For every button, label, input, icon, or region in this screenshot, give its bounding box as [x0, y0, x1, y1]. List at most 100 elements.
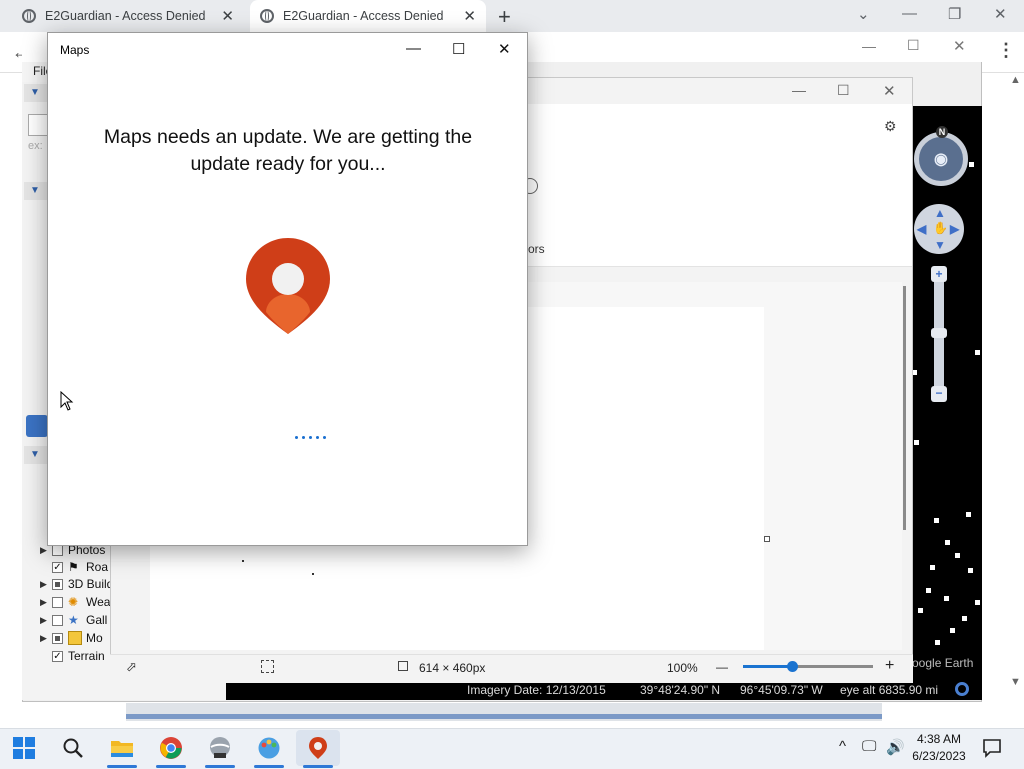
checkbox[interactable] — [52, 578, 63, 590]
browser-tab-active[interactable]: E2Guardian - Access Denied ✕ — [250, 0, 486, 32]
zoom-out-button[interactable]: — — [716, 660, 728, 674]
maps-logo-icon — [246, 238, 330, 334]
checkbox[interactable] — [52, 544, 63, 556]
viewer-close-button[interactable]: ✕ — [883, 82, 896, 100]
file-explorer-icon[interactable] — [110, 736, 134, 760]
eye-altitude: eye alt 6835.90 mi — [840, 683, 939, 697]
browser-minimize-button[interactable]: — — [902, 5, 917, 22]
scroll-down-icon[interactable]: ▼ — [1010, 676, 1021, 688]
right-arrow-icon: ▶ — [950, 222, 960, 236]
layer-gallery[interactable]: ▶ ★ Gall — [40, 612, 107, 628]
notifications-icon[interactable] — [982, 738, 1002, 758]
tab-search-icon[interactable]: ⌄ — [857, 5, 870, 23]
new-tab-button[interactable]: + — [498, 4, 511, 30]
clock-time[interactable]: 4:38 AM — [912, 732, 966, 746]
longitude: 96°45'09.73" W — [740, 683, 823, 697]
checkbox[interactable] — [52, 632, 63, 644]
show-hidden-icons[interactable]: ^ — [839, 738, 846, 755]
star-icon: ★ — [68, 613, 79, 627]
canvas-dot — [242, 560, 244, 562]
google-earth-watermark: oogle Earth — [912, 656, 974, 670]
volume-icon[interactable]: 🔊 — [886, 738, 905, 756]
star-dot — [914, 440, 919, 445]
maps-window-title: Maps — [60, 43, 90, 57]
star-dot — [945, 540, 950, 545]
ge-close-button[interactable]: ✕ — [953, 37, 966, 55]
image-dimensions: 614 × 460px — [419, 661, 486, 675]
eye-icon: ◉ — [934, 151, 948, 168]
search-icon[interactable] — [61, 736, 85, 760]
zoom-slider-thumb[interactable] — [787, 661, 798, 672]
search-button[interactable] — [26, 415, 48, 437]
maps-close-button[interactable]: ✕ — [498, 40, 511, 58]
checkbox[interactable]: ✓ — [52, 561, 63, 573]
close-tab-icon[interactable]: ✕ — [221, 7, 234, 25]
checkbox[interactable] — [52, 614, 63, 626]
maps-taskbar-icon[interactable] — [306, 736, 330, 760]
maps-maximize-button[interactable]: ☐ — [452, 40, 465, 58]
star-dot — [969, 162, 974, 167]
compass-north[interactable]: N — [936, 126, 948, 138]
down-arrow-icon: ▼ — [934, 238, 946, 252]
clock-date[interactable]: 6/23/2023 — [906, 749, 972, 763]
left-arrow-icon: ◀ — [917, 222, 927, 236]
zoom-thumb[interactable] — [931, 328, 947, 338]
ge-maximize-button[interactable]: ☐ — [907, 37, 920, 54]
browser-tab[interactable]: E2Guardian - Access Denied ✕ — [12, 0, 244, 32]
browser-menu-icon[interactable]: ⋮ — [997, 40, 1015, 61]
zoom-out-icon[interactable]: − — [931, 386, 947, 402]
star-dot — [975, 350, 980, 355]
layer-weather[interactable]: ▶ ✺ Wea — [40, 594, 110, 610]
layer-roads[interactable]: ✓ ⚑ Roa — [40, 559, 108, 575]
layer-terrain[interactable]: ✓ Terrain — [40, 648, 105, 664]
zoom-slider[interactable]: + − — [931, 266, 947, 402]
checkbox[interactable] — [52, 596, 63, 608]
star-dot — [944, 596, 949, 601]
close-tab-icon[interactable]: ✕ — [463, 7, 476, 25]
browser-close-button[interactable]: ✕ — [994, 5, 1007, 23]
globe-icon — [260, 9, 274, 23]
search-hint: ex: — [28, 140, 43, 152]
browser-restore-button[interactable]: ❐ — [948, 5, 961, 23]
tab-title: E2Guardian - Access Denied — [45, 9, 206, 23]
zoom-percent: 100% — [667, 661, 698, 675]
star-dot — [975, 600, 980, 605]
move-control[interactable]: ▲ ◀ ▶ ▼ ✋ — [914, 204, 964, 254]
settings-icon[interactable]: ⚙ — [884, 118, 897, 135]
ge-minimize-button[interactable]: — — [862, 38, 876, 54]
start-icon[interactable] — [12, 736, 36, 760]
folder-icon — [68, 631, 82, 645]
google-earth-pro-icon[interactable] — [208, 736, 232, 760]
chrome-icon[interactable] — [159, 736, 183, 760]
latitude: 39°48'24.90" N — [640, 683, 721, 697]
star-dot — [930, 565, 935, 570]
up-arrow-icon: ▲ — [934, 206, 946, 220]
resize-handle[interactable] — [764, 536, 770, 542]
star-dot — [962, 616, 967, 621]
maps-minimize-button[interactable]: — — [406, 40, 421, 57]
viewer-ribbon: ors ⚙ — [522, 104, 912, 267]
road-icon: ⚑ — [68, 560, 79, 574]
paint-icon[interactable] — [257, 736, 281, 760]
layer-3d-buildings[interactable]: ▶ 3D Build — [40, 576, 113, 592]
star-dot — [934, 518, 939, 523]
zoom-in-icon[interactable]: + — [931, 266, 947, 282]
preview-strip-bar — [126, 714, 882, 719]
selection-icon[interactable] — [261, 660, 274, 673]
scroll-up-icon[interactable]: ▲ — [1010, 74, 1021, 86]
zoom-in-button[interactable]: + — [885, 657, 894, 675]
star-dot — [926, 588, 931, 593]
zoom-slider-fill — [743, 665, 793, 668]
viewer-maximize-button[interactable]: ☐ — [837, 82, 850, 99]
checkbox[interactable]: ✓ — [52, 650, 63, 662]
loading-dot — [302, 436, 305, 439]
network-icon[interactable]: 🖵 — [862, 738, 876, 755]
layer-more[interactable]: ▶ Mo — [40, 630, 103, 646]
canvas-dot — [312, 573, 314, 575]
pointer-tool-icon[interactable]: ⬀ — [126, 659, 137, 675]
star-dot — [955, 553, 960, 558]
mouse-cursor-icon — [60, 391, 74, 411]
viewer-minimize-button[interactable]: — — [792, 82, 806, 98]
look-around-control[interactable]: N ◉ — [914, 126, 968, 186]
viewer-scrollbar[interactable] — [903, 286, 906, 530]
